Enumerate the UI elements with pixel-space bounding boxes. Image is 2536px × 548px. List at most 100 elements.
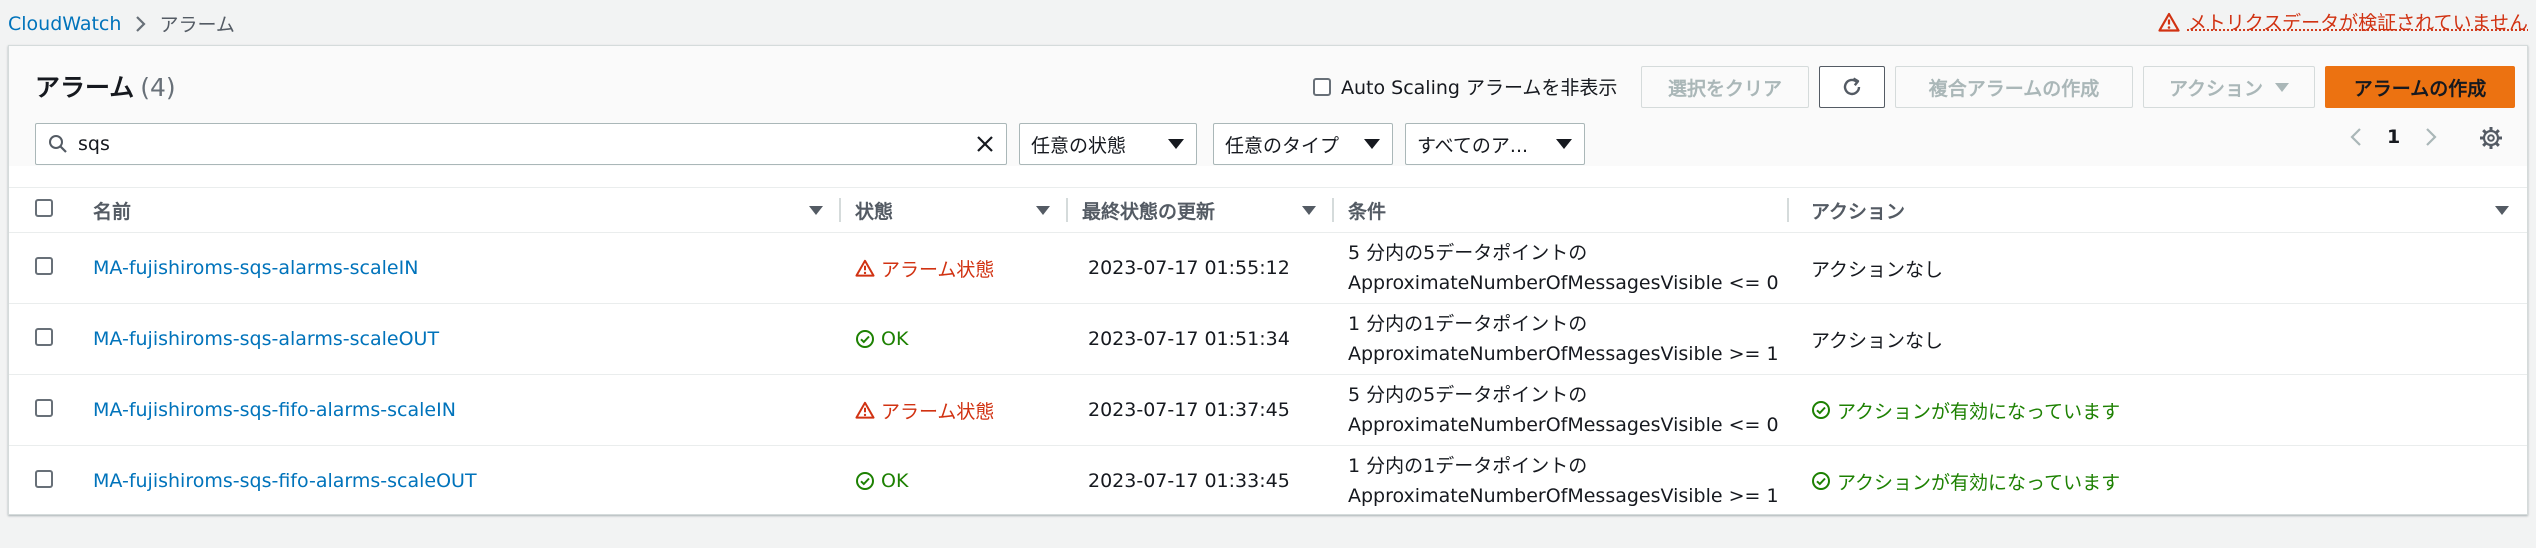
search-input[interactable]: sqs [78, 133, 974, 155]
create-alarm-button[interactable]: アラームの作成 [2325, 66, 2515, 108]
alarm-name-link[interactable]: MA-fujishiroms-sqs-fifo-alarms-scaleIN [79, 399, 456, 421]
alarm-state: アラーム状態 [841, 397, 1068, 424]
alarm-count: (4) [140, 73, 176, 102]
alarm-name-link[interactable]: MA-fujishiroms-sqs-fifo-alarms-scaleOUT [79, 470, 477, 492]
page-title-text: アラーム [35, 73, 135, 102]
alarm-updated-timestamp: 2023-07-17 01:55:12 [1088, 257, 1290, 279]
gear-icon[interactable] [2479, 126, 2503, 155]
breadcrumb-cloudwatch-link[interactable]: CloudWatch [8, 13, 121, 35]
check-circle-icon [1812, 472, 1830, 491]
breadcrumb-current: アラーム [159, 14, 235, 36]
table-row[interactable]: MA-fujishiroms-sqs-fifo-alarms-scaleIN ア… [9, 374, 2527, 446]
table-row[interactable]: MA-fujishiroms-sqs-alarms-scaleIN アラーム状態… [9, 232, 2527, 304]
create-composite-alarm-button[interactable]: 複合アラームの作成 [1895, 66, 2133, 108]
pagination: 1 [2349, 126, 2438, 148]
alarm-state-cell: OK [841, 446, 1068, 517]
alarm-updated-timestamp: 2023-07-17 01:51:34 [1088, 328, 1290, 350]
check-circle-icon [856, 330, 874, 348]
alarm-actions-cell: アクションなし [1789, 303, 2527, 375]
alarm-updated-cell: 2023-07-17 01:33:45 [1068, 446, 1334, 517]
caret-down-icon [2275, 82, 2290, 92]
sort-caret-icon[interactable] [809, 205, 823, 215]
column-header-state-label: 状態 [855, 200, 894, 223]
alarm-updated-timestamp: 2023-07-17 01:37:45 [1088, 399, 1290, 421]
alarm-name-link[interactable]: MA-fujishiroms-sqs-alarms-scaleIN [79, 257, 418, 279]
condition-line-1: 1 分内の1データポイントの [1348, 313, 1588, 335]
actions-filter-select[interactable]: すべてのア... [1405, 123, 1585, 165]
condition-line-2: ApproximateNumberOfMessagesVisible >= 1 [1348, 343, 1779, 365]
alarm-state-label: アラーム状態 [881, 258, 995, 281]
actions-dropdown-label: アクション [2168, 77, 2264, 100]
alarm-actions-cell: アクションが有効になっています [1789, 374, 2527, 446]
type-filter-label: 任意のタイプ [1225, 134, 1340, 157]
alarm-condition-cell: 5 分内の5データポイントの ApproximateNumberOfMessage… [1334, 374, 1789, 446]
metrics-warning[interactable]: メトリクスデータが検証されていません [2158, 8, 2528, 35]
warning-triangle-icon [2158, 12, 2180, 32]
alarm-state: OK [841, 328, 1068, 350]
chevron-left-icon[interactable] [2349, 126, 2363, 148]
sort-caret-icon[interactable] [1302, 205, 1316, 215]
refresh-button[interactable] [1819, 66, 1885, 108]
row-select-cell [9, 232, 79, 304]
clear-selection-button[interactable]: 選択をクリア [1641, 66, 1809, 108]
condition-line-1: 5 分内の5データポイントの [1348, 384, 1588, 406]
alarms-table: 名前 状態 最終状態の更新 条件 アクション MA-fujishiroms-sq… [9, 187, 2527, 517]
check-circle-icon [1812, 401, 1830, 419]
alarm-updated-cell: 2023-07-17 01:55:12 [1068, 232, 1334, 304]
row-select-cell [9, 446, 79, 517]
alarm-state: OK [841, 470, 1068, 492]
close-icon[interactable] [974, 133, 996, 155]
search-field[interactable]: sqs [35, 123, 1007, 165]
condition-line-2: ApproximateNumberOfMessagesVisible >= 1 [1348, 485, 1779, 508]
column-header-actions[interactable]: アクション [1789, 187, 2527, 233]
hide-autoscaling-checkbox[interactable] [1313, 77, 1331, 96]
row-select-cell [9, 303, 79, 375]
type-filter-select[interactable]: 任意のタイプ [1213, 123, 1393, 165]
column-header-condition[interactable]: 条件 [1334, 187, 1789, 233]
column-header-updated[interactable]: 最終状態の更新 [1068, 187, 1334, 233]
state-filter-select[interactable]: 任意の状態 [1019, 123, 1197, 165]
alarm-actions-label: アクションが有効になっています [1837, 471, 2121, 494]
warning-triangle-icon [855, 259, 875, 277]
alarm-condition: 5 分内の5データポイントの ApproximateNumberOfMessage… [1334, 380, 1789, 440]
hide-autoscaling-toggle[interactable]: Auto Scaling アラームを非表示 [1313, 73, 1617, 100]
sort-caret-icon[interactable] [1036, 205, 1050, 215]
alarm-name-cell: MA-fujishiroms-sqs-alarms-scaleIN [79, 232, 841, 304]
row-checkbox[interactable] [35, 256, 53, 275]
table-row[interactable]: MA-fujishiroms-sqs-alarms-scaleOUT OK 20… [9, 303, 2527, 375]
hide-autoscaling-label: Auto Scaling アラームを非表示 [1341, 77, 1618, 99]
alarms-panel: アラーム (4) Auto Scaling アラームを非表示 選択をクリア 複合ア… [8, 45, 2528, 515]
alarm-actions-cell: アクションが有効になっています [1789, 446, 2527, 517]
condition-line-1: 5 分内の5データポイントの [1348, 242, 1588, 264]
table-row[interactable]: MA-fujishiroms-sqs-fifo-alarms-scaleOUT … [9, 446, 2527, 517]
caret-down-icon [1364, 139, 1380, 149]
page-number[interactable]: 1 [2387, 126, 2400, 148]
column-header-state[interactable]: 状態 [841, 187, 1068, 233]
alarm-name-link[interactable]: MA-fujishiroms-sqs-alarms-scaleOUT [79, 328, 439, 350]
page-title: アラーム (4) [35, 68, 176, 104]
alarm-state-label: OK [881, 328, 909, 350]
alarm-updated-timestamp: 2023-07-17 01:33:45 [1088, 470, 1290, 493]
row-checkbox[interactable] [35, 469, 53, 488]
condition-line-1: 1 分内の1データポイントの [1348, 455, 1588, 478]
caret-down-icon [1556, 139, 1572, 149]
row-checkbox[interactable] [35, 398, 53, 417]
alarm-actions-cell: アクションなし [1789, 232, 2527, 304]
row-checkbox[interactable] [35, 327, 53, 346]
chevron-right-icon[interactable] [2424, 126, 2438, 148]
alarm-condition-cell: 5 分内の5データポイントの ApproximateNumberOfMessage… [1334, 232, 1789, 304]
actions-dropdown-button[interactable]: アクション [2143, 66, 2315, 108]
select-all-checkbox[interactable] [35, 198, 53, 217]
condition-line-2: ApproximateNumberOfMessagesVisible <= 0 [1348, 272, 1779, 294]
column-header-name[interactable]: 名前 [79, 187, 841, 233]
alarm-name-cell: MA-fujishiroms-sqs-fifo-alarms-scaleIN [79, 374, 841, 446]
alarm-actions-status: アクションなし [1811, 258, 1944, 281]
alarm-condition-cell: 1 分内の1データポイントの ApproximateNumberOfMessage… [1334, 303, 1789, 375]
column-header-condition-label: 条件 [1348, 200, 1387, 223]
sort-caret-icon[interactable] [2495, 205, 2509, 215]
alarm-condition-cell: 1 分内の1データポイントの ApproximateNumberOfMessage… [1334, 446, 1789, 517]
alarm-condition: 5 分内の5データポイントの ApproximateNumberOfMessage… [1334, 238, 1789, 298]
alarm-updated-cell: 2023-07-17 01:37:45 [1068, 374, 1334, 446]
alarm-updated-cell: 2023-07-17 01:51:34 [1068, 303, 1334, 375]
caret-down-icon [1168, 139, 1184, 149]
